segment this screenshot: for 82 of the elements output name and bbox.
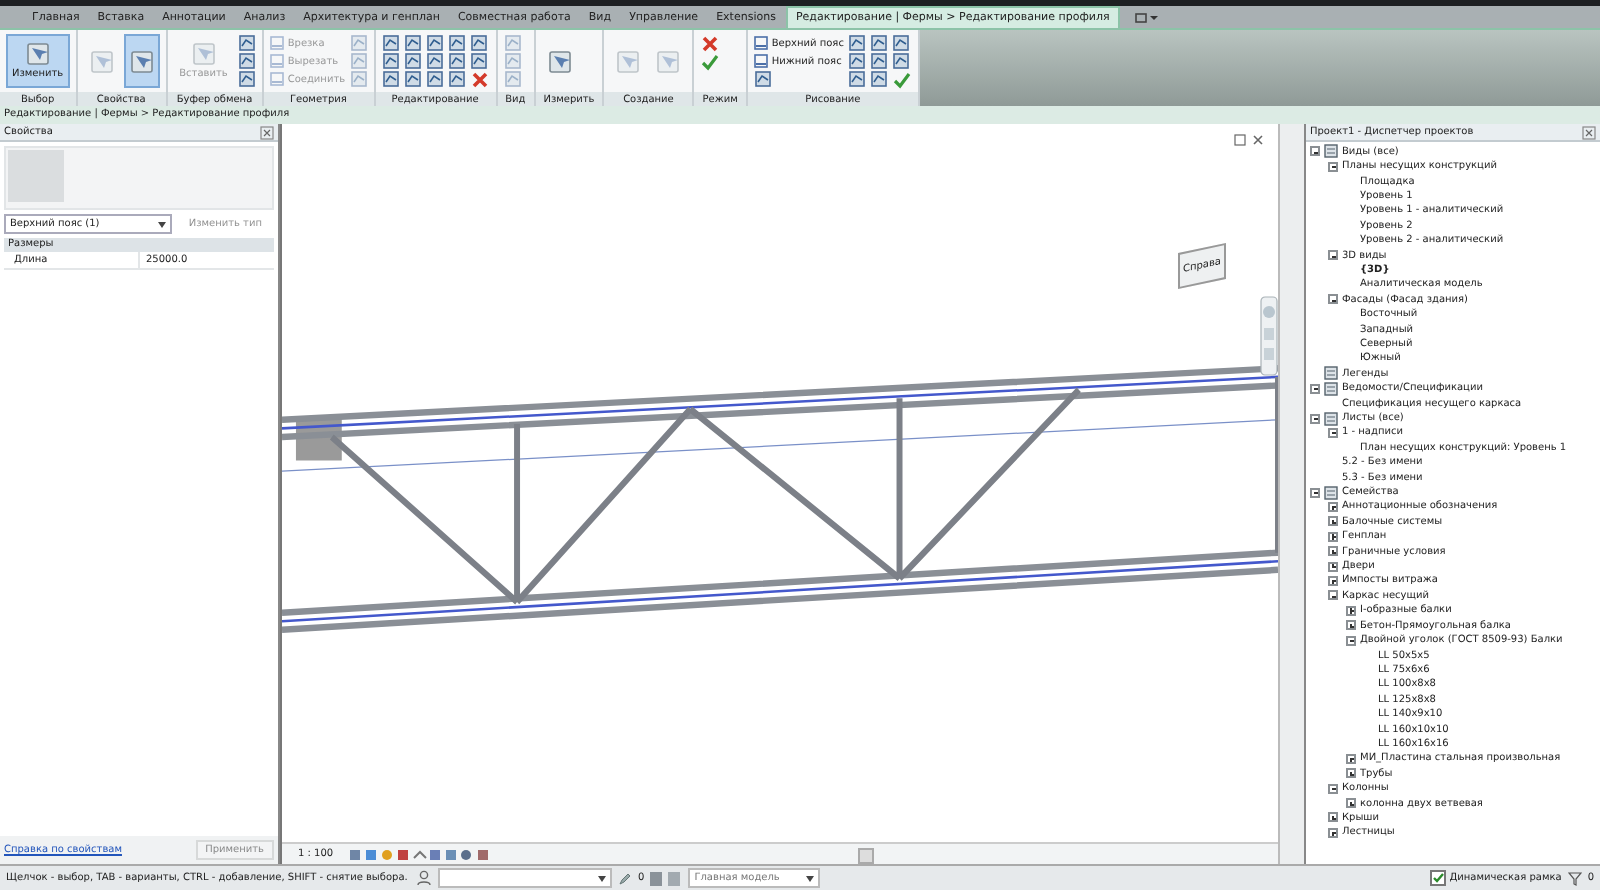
tool-icon[interactable] bbox=[891, 52, 910, 70]
tool-icon[interactable] bbox=[425, 52, 444, 70]
expand-toggle[interactable] bbox=[1328, 590, 1338, 601]
caret-icon bbox=[806, 875, 815, 881]
tool-icon[interactable] bbox=[381, 70, 400, 88]
tool-icon[interactable] bbox=[381, 34, 400, 52]
view-control-icons[interactable] bbox=[349, 847, 490, 861]
window-controls-icon[interactable] bbox=[1234, 134, 1266, 146]
expand-toggle[interactable] bbox=[1328, 516, 1338, 527]
expand-toggle[interactable] bbox=[1346, 620, 1356, 631]
cursor-icon bbox=[656, 49, 681, 73]
expand-toggle[interactable] bbox=[1310, 383, 1320, 394]
layers-icon[interactable] bbox=[650, 871, 683, 885]
dropdown-icon[interactable] bbox=[1133, 11, 1158, 23]
cursor-icon bbox=[25, 42, 50, 66]
tool-icon bbox=[753, 36, 768, 50]
expand-toggle[interactable] bbox=[1328, 827, 1338, 838]
close-icon[interactable] bbox=[260, 125, 274, 139]
caret-icon bbox=[598, 875, 606, 881]
expand-toggle[interactable] bbox=[1310, 487, 1320, 498]
document-icon bbox=[1324, 485, 1338, 500]
expand-toggle[interactable] bbox=[1328, 546, 1338, 557]
ribbon-button[interactable] bbox=[123, 34, 160, 88]
expand-toggle[interactable] bbox=[1346, 768, 1356, 779]
close-icon[interactable] bbox=[700, 33, 721, 53]
tool-icon bbox=[269, 36, 284, 50]
check-icon[interactable] bbox=[891, 69, 912, 89]
tool-icon[interactable] bbox=[447, 52, 466, 70]
expand-toggle[interactable] bbox=[1328, 575, 1338, 586]
expand-toggle[interactable] bbox=[1328, 427, 1338, 438]
tool-icon[interactable] bbox=[403, 52, 422, 70]
tool-icon[interactable] bbox=[447, 70, 466, 88]
caret-icon bbox=[158, 221, 167, 227]
expand-toggle[interactable] bbox=[1310, 413, 1320, 424]
tool-icon[interactable] bbox=[891, 34, 910, 52]
expand-toggle[interactable] bbox=[1328, 250, 1338, 261]
expand-toggle[interactable] bbox=[1328, 501, 1338, 512]
expand-toggle[interactable] bbox=[1346, 753, 1356, 764]
expand-toggle[interactable] bbox=[1310, 146, 1320, 157]
tool-icon[interactable] bbox=[237, 34, 256, 52]
expand-toggle[interactable] bbox=[1328, 812, 1338, 823]
tool-icon[interactable] bbox=[847, 70, 866, 88]
cursor-icon bbox=[616, 49, 641, 73]
expand-toggle[interactable] bbox=[1328, 161, 1338, 172]
cursor-icon bbox=[129, 49, 154, 73]
tool-icon[interactable] bbox=[869, 34, 888, 52]
expand-toggle[interactable] bbox=[1346, 605, 1356, 616]
document-icon bbox=[1324, 411, 1338, 426]
cursor-icon bbox=[89, 49, 114, 73]
expand-toggle[interactable] bbox=[1328, 531, 1338, 542]
close-icon[interactable] bbox=[1582, 125, 1596, 139]
scroll-bar[interactable] bbox=[1278, 124, 1304, 864]
tool-icon[interactable] bbox=[469, 34, 488, 52]
filter-icon[interactable] bbox=[1567, 871, 1582, 885]
tool-icon bbox=[269, 72, 284, 86]
expand-toggle[interactable] bbox=[1328, 783, 1338, 794]
tool-icon[interactable] bbox=[447, 34, 466, 52]
tool-icon[interactable] bbox=[237, 70, 256, 88]
cursor-icon bbox=[191, 42, 216, 66]
tool-icon[interactable] bbox=[237, 52, 256, 70]
tool-icon[interactable] bbox=[869, 52, 888, 70]
cursor-icon bbox=[547, 49, 572, 73]
pencil-icon[interactable] bbox=[618, 871, 632, 885]
tool-icon[interactable] bbox=[381, 52, 400, 70]
check-icon[interactable] bbox=[700, 51, 721, 71]
tool-icon[interactable] bbox=[869, 70, 888, 88]
tool-icon[interactable] bbox=[403, 34, 422, 52]
close-icon[interactable] bbox=[469, 69, 490, 89]
tool-icon[interactable] bbox=[425, 70, 444, 88]
tool-icon bbox=[269, 54, 284, 68]
expand-toggle[interactable] bbox=[1346, 798, 1356, 809]
expand-toggle[interactable] bbox=[1328, 561, 1338, 572]
tool-icon[interactable] bbox=[425, 34, 444, 52]
tool-icon[interactable] bbox=[403, 70, 422, 88]
workset-icon[interactable] bbox=[416, 870, 432, 886]
tool-icon[interactable] bbox=[753, 70, 772, 88]
check-icon bbox=[1431, 872, 1444, 884]
tool-icon[interactable] bbox=[847, 34, 866, 52]
tool-icon[interactable] bbox=[469, 52, 488, 70]
tool-icon[interactable] bbox=[847, 52, 866, 70]
expand-toggle[interactable] bbox=[1346, 635, 1356, 646]
expand-toggle[interactable] bbox=[1328, 294, 1338, 305]
